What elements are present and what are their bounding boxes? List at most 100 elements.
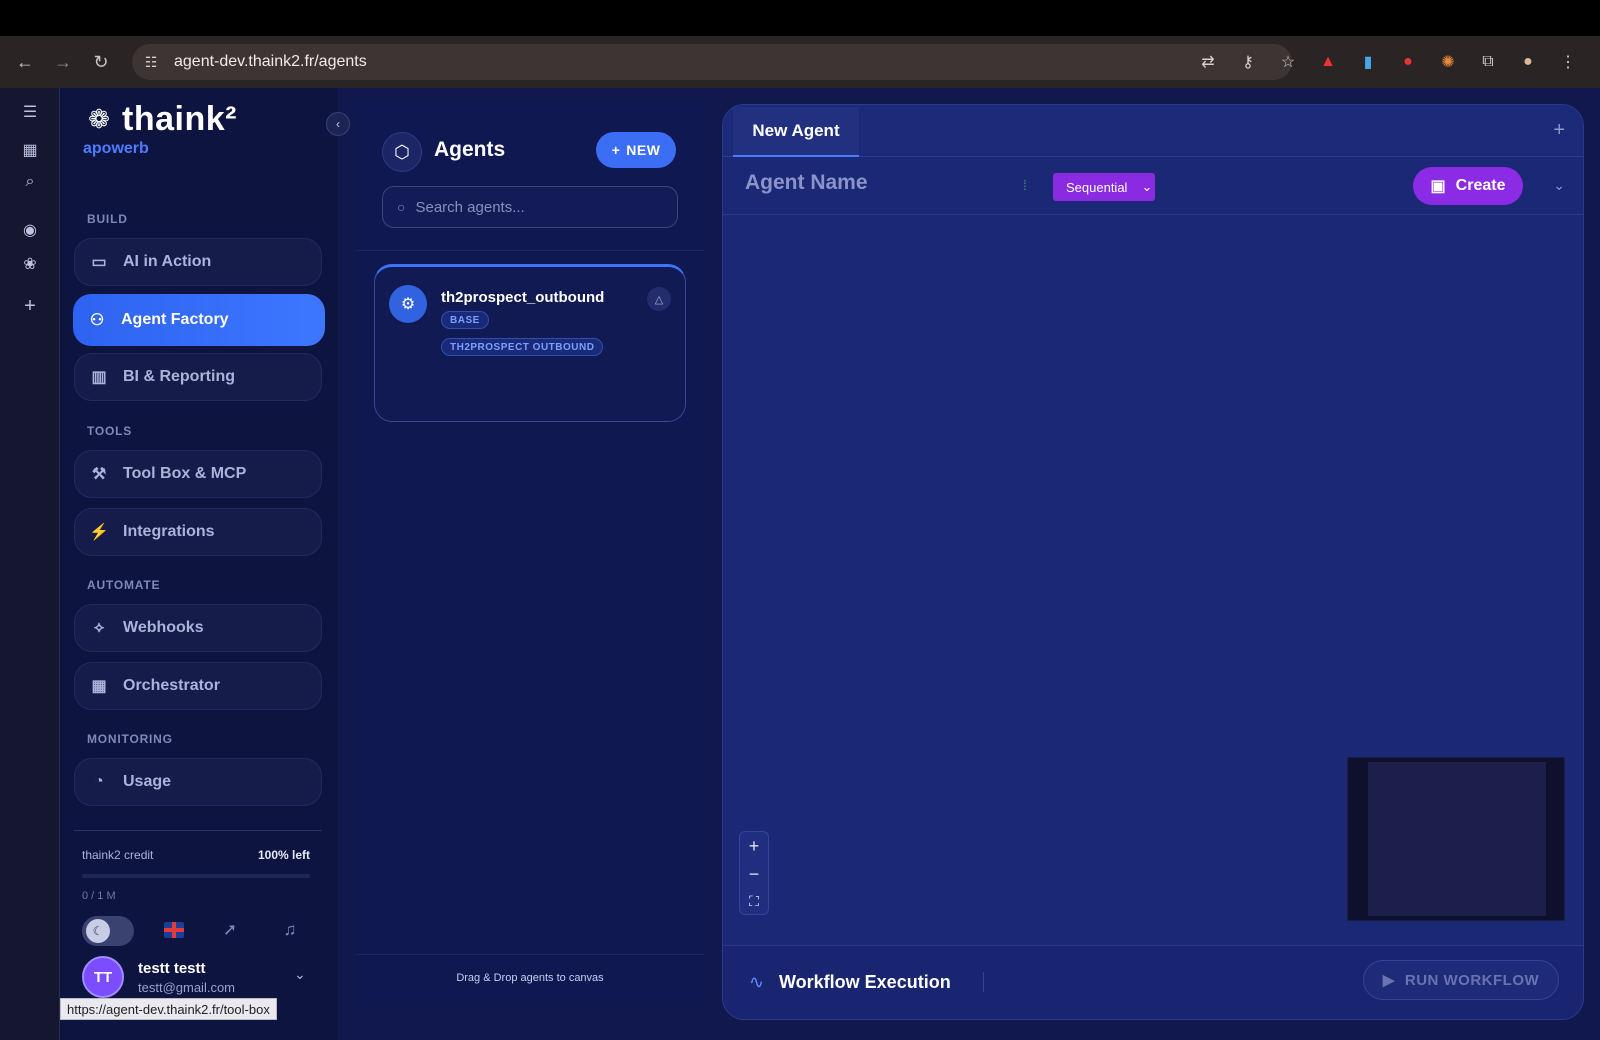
sidebar-item-label: Usage: [123, 773, 172, 790]
plug-icon: ⚡: [89, 524, 109, 541]
tab-new-agent[interactable]: New Agent: [733, 107, 859, 157]
chevron-left-icon: ‹: [336, 117, 340, 131]
avatar[interactable]: TT: [82, 956, 124, 998]
workflow-execution-bar: ∿ Workflow Execution ▶ RUN WORKFLOW: [723, 945, 1583, 1019]
sidebar-item-label: Tool Box & MCP: [123, 465, 247, 482]
chrome-icon[interactable]: ◉: [18, 218, 42, 242]
webhook-icon: ⟡: [93, 619, 105, 636]
minimap[interactable]: [1347, 757, 1565, 921]
user-email: testt@gmail.com: [138, 980, 235, 995]
sidebar-item-webhooks[interactable]: ⟡ Webhooks: [74, 604, 322, 652]
wrench-icon: ⚒: [91, 466, 107, 483]
new-button-label: NEW: [626, 142, 661, 158]
calendar-icon: ▦: [91, 678, 107, 695]
create-button[interactable]: ▣ Create: [1413, 167, 1523, 205]
extension-blue-icon[interactable]: ▮: [1356, 50, 1380, 74]
sidebar: ❁ thaink² apowerb ‹ BUILD ▭ AI in Action…: [60, 88, 350, 1040]
sidebar-item-agent-factory[interactable]: ⚇ Agent Factory: [73, 294, 325, 346]
rocket-icon[interactable]: ➚: [218, 918, 242, 942]
bell-icon[interactable]: ♫: [278, 918, 302, 942]
divider: [983, 972, 984, 992]
minimap-viewport[interactable]: [1368, 762, 1546, 916]
zoom-out-icon[interactable]: −: [749, 864, 760, 885]
activity-icon: ∿: [749, 972, 765, 992]
forward-arrow-icon[interactable]: →: [52, 51, 74, 73]
fit-view-icon[interactable]: ⛶: [749, 893, 759, 910]
brand-logo[interactable]: ❁ thaink²: [82, 100, 237, 139]
warning-icon[interactable]: △: [647, 287, 671, 311]
top-black-bar: [0, 0, 1600, 36]
thaink2-app-icon[interactable]: ❀: [18, 252, 42, 276]
extension-red-icon[interactable]: ●: [1396, 50, 1420, 74]
credit-label: thaink2 credit: [82, 848, 154, 862]
extension-orange-icon[interactable]: ✺: [1436, 50, 1460, 74]
theme-toggle[interactable]: ☾: [82, 916, 134, 946]
brand-name: thaink²: [122, 100, 237, 138]
search-input[interactable]: [415, 198, 666, 216]
left-rail: ☰ ▦ ⌕ ◉ ❀ +: [0, 88, 60, 1040]
back-arrow-icon[interactable]: ←: [14, 51, 36, 73]
agent-card[interactable]: ⚙ th2prospect_outbound △ BASE TH2PROSPEC…: [374, 264, 686, 422]
search-agents[interactable]: ○: [382, 186, 678, 228]
agents-panel: ⬡ Agents + NEW ○ ⚙ th2prospect_outbound …: [356, 104, 704, 1004]
collapse-sidebar-button[interactable]: ‹: [326, 112, 350, 136]
reload-icon[interactable]: ↻: [90, 51, 112, 73]
url-text[interactable]: agent-dev.thaink2.fr/agents: [174, 53, 367, 71]
sidebar-item-tool-box[interactable]: ⚒ Tool Box & MCP: [74, 450, 322, 498]
run-workflow-button[interactable]: ▶ RUN WORKFLOW: [1363, 960, 1559, 1000]
users-icon: ⚇: [89, 312, 105, 329]
agent-badge-base: BASE: [441, 311, 489, 329]
search-list-icon[interactable]: ⌕: [18, 170, 42, 194]
panel-footer-divider: [356, 954, 704, 955]
credit-used: 0 / 1 M: [82, 890, 116, 902]
chevron-down-icon[interactable]: ⌄: [1553, 177, 1565, 194]
zoom-controls: + − ⛶: [739, 831, 769, 915]
sidebar-item-ai-in-action[interactable]: ▭ AI in Action: [74, 238, 322, 286]
gauge-icon: ◔: [94, 773, 104, 790]
menu-collapse-icon[interactable]: ☰: [18, 100, 42, 124]
drag-drop-hint: Drag & Drop agents to canvas: [456, 972, 604, 984]
profile-avatar-icon[interactable]: ●: [1516, 50, 1540, 74]
create-button-label: Create: [1455, 177, 1506, 194]
workspace-name[interactable]: apowerb: [83, 140, 149, 158]
add-app-icon[interactable]: +: [18, 294, 42, 318]
address-bar[interactable]: ☷ agent-dev.thaink2.fr/agents: [132, 44, 1292, 80]
add-tab-icon[interactable]: +: [1553, 119, 1565, 142]
agent-card-name: th2prospect_outbound: [441, 289, 605, 306]
sidebar-divider: [74, 830, 322, 831]
browser-menu-icon[interactable]: ⋮: [1556, 50, 1580, 74]
sidebar-item-usage[interactable]: ◔ Usage: [74, 758, 322, 806]
app-page: ☰ ▦ ⌕ ◉ ❀ + ❁ thaink² apowerb ‹ BUILD ▭ …: [0, 88, 1600, 1040]
bookmark-star-icon[interactable]: ☆: [1276, 50, 1300, 74]
drag-handle-icon[interactable]: ⁞: [1023, 177, 1027, 193]
sidebar-item-integrations[interactable]: ⚡ Integrations: [74, 508, 322, 556]
site-settings-icon[interactable]: ☷: [140, 51, 162, 73]
new-agent-button[interactable]: + NEW: [596, 132, 676, 168]
translate-icon[interactable]: ⇄: [1196, 50, 1220, 74]
puzzle-extensions-icon[interactable]: ⧉: [1476, 50, 1500, 74]
sidebar-item-bi-reporting[interactable]: ▥ BI & Reporting: [74, 353, 322, 401]
section-tools: TOOLS: [87, 424, 133, 438]
uk-flag-icon[interactable]: [164, 922, 184, 938]
user-name: testt testt: [138, 960, 206, 977]
pdf-extension-icon[interactable]: ▲: [1316, 50, 1340, 74]
browser-extension-icons: ⇄ ⚷ ☆ ▲ ▮ ● ✺ ⧉ ● ⋮: [1196, 50, 1580, 74]
credit-progress-bar: [82, 874, 310, 878]
save-icon: ▣: [1430, 178, 1446, 195]
zoom-in-icon[interactable]: +: [749, 836, 760, 857]
sidebar-item-orchestrator[interactable]: ▦ Orchestrator: [74, 662, 322, 710]
section-automate: AUTOMATE: [87, 578, 161, 592]
agent-name-input[interactable]: [745, 171, 995, 195]
section-build: BUILD: [87, 212, 128, 226]
cube-icon: ⬡: [382, 132, 422, 172]
credit-remaining: 100% left: [257, 848, 310, 862]
grid-apps-icon[interactable]: ▦: [18, 138, 42, 162]
mode-select[interactable]: Sequential ⌄: [1053, 173, 1155, 201]
chat-icon: ▭: [91, 254, 107, 271]
key-icon[interactable]: ⚷: [1236, 50, 1260, 74]
sidebar-item-label: Webhooks: [123, 619, 204, 636]
sidebar-item-label: Orchestrator: [123, 677, 220, 694]
workflow-canvas[interactable]: New Agent + ⁞ Sequential ⌄ ▣ Create ⌄ + …: [722, 104, 1584, 1020]
browser-toolbar: ← → ↻ ☷ agent-dev.thaink2.fr/agents ⇄ ⚷ …: [0, 36, 1600, 88]
chevron-down-icon[interactable]: ⌄: [294, 966, 306, 983]
